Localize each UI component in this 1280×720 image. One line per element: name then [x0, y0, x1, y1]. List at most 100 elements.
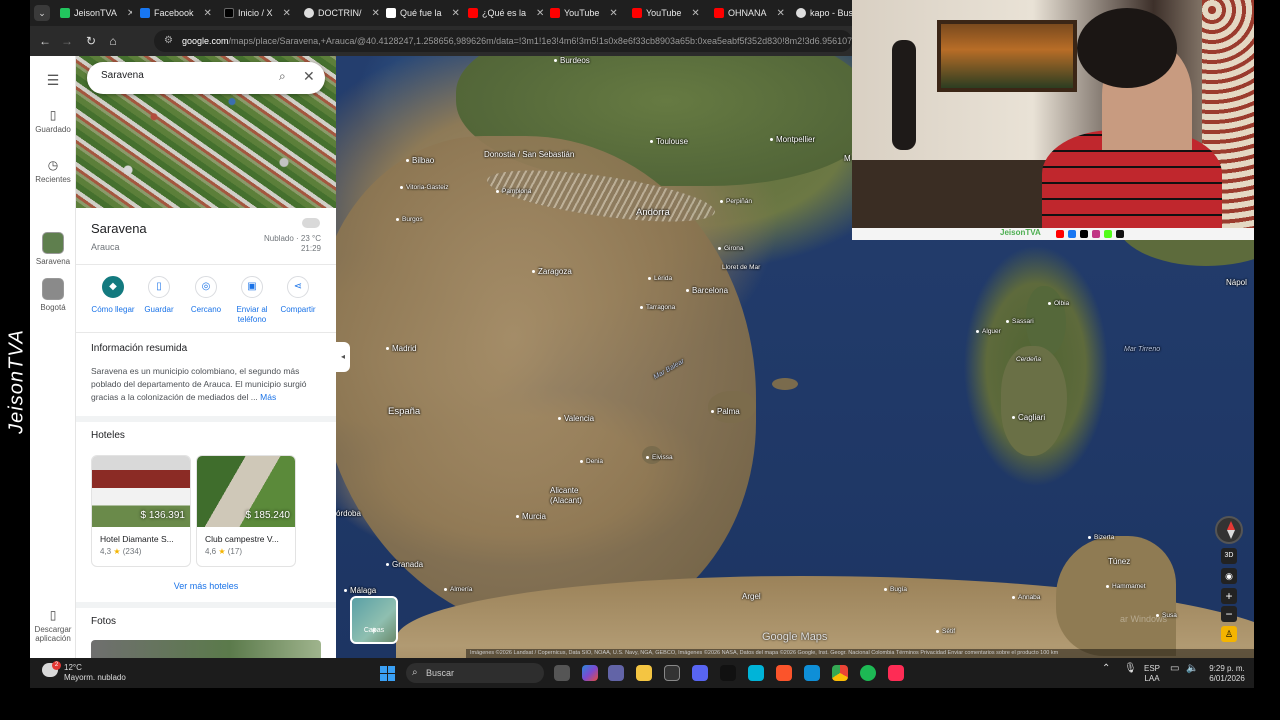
search-icon[interactable]: ⌕ — [279, 69, 286, 84]
map-label[interactable]: Sétif — [936, 628, 955, 635]
map-label[interactable]: Madrid — [386, 344, 416, 353]
map-label[interactable]: Alguer — [976, 328, 1001, 335]
my-location-icon[interactable]: ◉ — [1221, 568, 1237, 584]
forward-arrow-icon[interactable]: → — [60, 34, 74, 48]
map-label[interactable]: Zaragoza — [532, 267, 572, 276]
close-tab-icon[interactable]: ✕ — [204, 8, 212, 19]
map-label[interactable]: Alicante (Alacant) — [550, 486, 610, 506]
map-label[interactable]: Toulouse — [650, 137, 688, 146]
collapse-panel-button[interactable]: ◂ — [336, 342, 350, 372]
nearby-button[interactable]: ◎ Cercano — [183, 276, 229, 315]
map-label[interactable]: Hammamet — [1106, 583, 1146, 590]
rail-download-app[interactable]: ▯ Descargar aplicación — [30, 608, 76, 643]
rail-saravena[interactable]: Saravena — [30, 232, 76, 266]
map-label[interactable]: Argel — [742, 592, 761, 601]
close-tab-icon[interactable]: ✕ — [777, 8, 785, 19]
spotify-icon[interactable] — [860, 665, 876, 681]
map-label[interactable]: Túnez — [1108, 557, 1130, 566]
search-input[interactable] — [101, 70, 261, 81]
map-label[interactable]: Eivissa — [646, 454, 673, 461]
tab-search-button[interactable]: ⌄ — [34, 5, 50, 21]
browser-tab[interactable]: kapo - Bus — [796, 4, 852, 22]
map-label[interactable]: Burdeos — [554, 56, 590, 65]
map-label[interactable]: Cerdeña — [1016, 356, 1041, 363]
browser-tab[interactable]: OHNANA ✕ — [714, 4, 792, 22]
brave-icon[interactable] — [776, 665, 792, 681]
address-bar[interactable]: ⚙ google.com/maps/place/Saravena,+Arauca… — [154, 30, 852, 52]
map-label[interactable]: Valencia — [558, 414, 594, 423]
map-label[interactable]: Denia — [580, 458, 603, 465]
zoom-in-button[interactable]: + — [1221, 588, 1237, 604]
close-tab-icon[interactable]: ✕ — [372, 8, 380, 19]
browser-tab[interactable]: Qué fue la ✕ — [386, 4, 464, 22]
map-label[interactable]: Donostia / San Sebastián — [484, 150, 574, 159]
map-label[interactable]: órdoba — [336, 509, 361, 518]
taskbar-search[interactable]: ⌕ Buscar — [406, 663, 544, 683]
rail-saved[interactable]: ▯ Guardado — [30, 108, 76, 134]
map-label[interactable]: España — [388, 406, 420, 417]
map-label[interactable]: Murcia — [516, 512, 546, 521]
browser-tab[interactable]: YouTube ✕ — [632, 4, 710, 22]
app-icon[interactable] — [748, 665, 764, 681]
map-label[interactable]: Palma — [711, 407, 740, 416]
menu-icon[interactable]: ☰ — [30, 72, 76, 89]
zoom-out-button[interactable]: − — [1221, 606, 1237, 622]
browser-tab[interactable]: Inicio / X ✕ — [224, 4, 296, 22]
network-icon[interactable]: ▭ — [1170, 664, 1179, 674]
map-label[interactable]: Girona — [718, 245, 744, 252]
map-label[interactable]: Vitoria-Gasteiz — [400, 184, 449, 191]
save-button[interactable]: ▯ Guardar — [136, 276, 182, 315]
send-to-phone-button[interactable]: ▣ Enviar al teléfono — [229, 276, 275, 325]
tiktok-icon[interactable] — [888, 665, 904, 681]
hotel-card[interactable]: $ 136.391 Hotel Diamante S... 4,3 ★ (234… — [91, 455, 191, 567]
map-attribution[interactable]: Imágenes ©2026 Landsat / Copernicus, Dat… — [466, 649, 1254, 658]
clock[interactable]: 9:29 p. m. 6/01/2026 — [1204, 664, 1250, 684]
compass-icon[interactable] — [1215, 516, 1243, 544]
teams-icon[interactable] — [608, 665, 624, 681]
hotel-card[interactable]: $ 185.240 Club campestre V... 4,6 ★ (17) — [196, 455, 296, 567]
browser-tab[interactable]: ¿Qué es la ✕ — [468, 4, 546, 22]
site-info-icon[interactable]: ⚙ — [164, 30, 173, 52]
back-arrow-icon[interactable]: ← — [38, 34, 52, 48]
map-label[interactable]: Perpiñán — [720, 198, 752, 205]
browser-tab[interactable]: DOCTRIN/ ✕ — [304, 4, 382, 22]
language-indicator[interactable]: ESP LAA — [1144, 664, 1160, 684]
obs-icon[interactable] — [664, 665, 680, 681]
copilot-icon[interactable] — [582, 665, 598, 681]
rail-bogota[interactable]: Bogotá — [30, 278, 76, 312]
weather-widget[interactable]: 2 12°C Mayorm. nublado — [40, 661, 126, 683]
discord-icon[interactable] — [692, 665, 708, 681]
summary-more-link[interactable]: Más — [260, 392, 276, 402]
tilt-3d-button[interactable]: 3D — [1221, 548, 1237, 564]
close-tab-icon[interactable]: ✕ — [691, 8, 699, 19]
map-label[interactable]: Bizerta — [1088, 534, 1114, 541]
map-label[interactable]: Pamplona — [496, 188, 531, 195]
map-label[interactable]: Bilbao — [406, 156, 434, 165]
close-tab-icon[interactable]: ✕ — [127, 8, 132, 19]
map-label[interactable]: Tarragona — [640, 304, 675, 311]
map-label[interactable]: Lloret de Mar — [722, 264, 760, 271]
chrome-icon[interactable] — [832, 665, 848, 681]
map-label[interactable]: Annaba — [1012, 594, 1040, 601]
volume-icon[interactable]: 🔈 — [1186, 664, 1198, 674]
map-label[interactable]: Olbia — [1048, 300, 1069, 307]
photo-thumbnail[interactable] — [91, 640, 321, 658]
map-label[interactable]: Cagliari — [1012, 413, 1045, 422]
layers-button[interactable]: ◈ Capas — [350, 596, 398, 644]
rail-recents[interactable]: ◷ Recientes — [30, 158, 76, 184]
home-icon[interactable]: ⌂ — [106, 34, 120, 48]
map-label[interactable]: Lérida — [648, 275, 672, 282]
see-more-hotels-link[interactable]: Ver más hoteles — [76, 581, 336, 591]
edge-icon[interactable] — [804, 665, 820, 681]
street-view-pegman-icon[interactable]: ♙ — [1221, 626, 1237, 642]
map-label[interactable]: Burgos — [396, 216, 423, 223]
close-icon[interactable]: ✕ — [303, 68, 315, 85]
file-explorer-icon[interactable] — [636, 665, 652, 681]
map-label[interactable]: Málaga — [344, 586, 376, 595]
map-label[interactable]: Barcelona — [686, 286, 728, 295]
map-label[interactable]: Montpellier — [770, 135, 815, 144]
close-tab-icon[interactable]: ✕ — [283, 8, 291, 19]
map-label[interactable]: Almería — [444, 586, 472, 593]
task-view-icon[interactable] — [554, 665, 570, 681]
close-tab-icon[interactable]: ✕ — [452, 8, 460, 19]
